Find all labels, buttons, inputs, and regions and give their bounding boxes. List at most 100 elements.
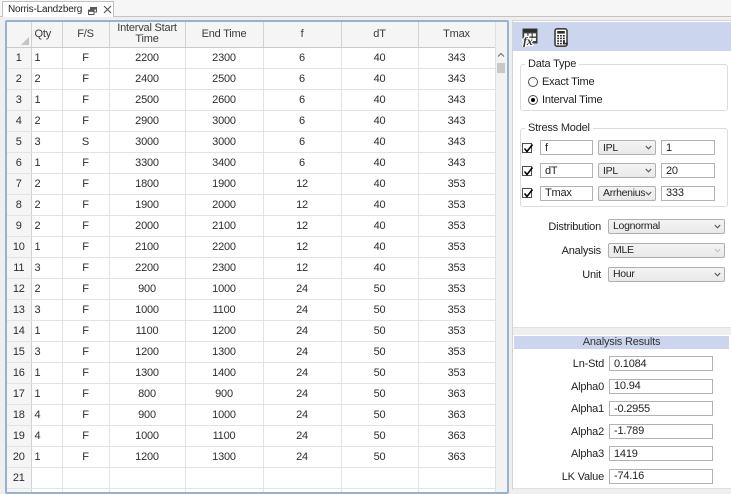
- end-time-cell[interactable]: 1100: [185, 299, 264, 321]
- vertical-scrollbar[interactable]: [495, 22, 507, 492]
- fs-cell[interactable]: F: [62, 173, 110, 195]
- qty-cell[interactable]: 1: [31, 362, 63, 384]
- f-cell[interactable]: 24: [263, 320, 342, 342]
- dt-cell[interactable]: 50: [341, 320, 419, 342]
- stress-name-input[interactable]: Tmax: [540, 185, 593, 201]
- interval-start-cell[interactable]: 1000: [109, 425, 186, 447]
- setting-select[interactable]: Lognormal: [608, 218, 725, 234]
- setting-select[interactable]: Hour: [608, 266, 725, 282]
- interval-start-cell[interactable]: 2200: [109, 257, 186, 279]
- qty-cell[interactable]: [31, 488, 63, 492]
- end-time-cell[interactable]: 2300: [185, 47, 264, 69]
- fs-cell[interactable]: F: [62, 152, 110, 174]
- stress-model-select[interactable]: IPL: [598, 163, 656, 178]
- end-time-cell[interactable]: 1300: [185, 341, 264, 363]
- qty-cell[interactable]: 2: [31, 110, 63, 132]
- tmax-cell[interactable]: 343: [418, 152, 496, 174]
- radio-interval-time[interactable]: Interval Time: [528, 94, 603, 106]
- interval-start-cell[interactable]: 3300: [109, 152, 186, 174]
- dt-cell[interactable]: 40: [341, 89, 419, 111]
- qty-cell[interactable]: 1: [31, 89, 63, 111]
- qty-cell[interactable]: 3: [31, 341, 63, 363]
- f-cell[interactable]: [263, 488, 342, 492]
- qty-cell[interactable]: 3: [31, 131, 63, 153]
- column-header-interval-start[interactable]: Interval Start Time: [109, 22, 186, 48]
- column-header-dt[interactable]: dT: [341, 22, 419, 48]
- end-time-cell[interactable]: 3400: [185, 152, 264, 174]
- fs-cell[interactable]: [62, 467, 110, 489]
- tmax-cell[interactable]: 353: [418, 215, 496, 237]
- stress-value-input[interactable]: 1: [661, 140, 715, 155]
- tmax-cell[interactable]: 363: [418, 425, 496, 447]
- fs-cell[interactable]: F: [62, 383, 110, 405]
- fs-cell[interactable]: F: [62, 341, 110, 363]
- row-number-cell[interactable]: 6: [7, 152, 32, 174]
- end-time-cell[interactable]: 1300: [185, 446, 264, 468]
- stress-model-select[interactable]: IPL: [598, 140, 656, 155]
- interval-start-cell[interactable]: 900: [109, 278, 186, 300]
- row-number-cell[interactable]: 16: [7, 362, 32, 384]
- calculator-icon[interactable]: [554, 28, 568, 50]
- fs-cell[interactable]: [62, 488, 110, 492]
- tmax-cell[interactable]: 363: [418, 404, 496, 426]
- end-time-cell[interactable]: 2600: [185, 89, 264, 111]
- dt-cell[interactable]: 40: [341, 173, 419, 195]
- f-cell[interactable]: 12: [263, 173, 342, 195]
- tmax-cell[interactable]: 343: [418, 68, 496, 90]
- fs-cell[interactable]: F: [62, 446, 110, 468]
- end-time-cell[interactable]: [185, 488, 264, 492]
- tmax-cell[interactable]: 353: [418, 320, 496, 342]
- row-number-cell[interactable]: 4: [7, 110, 32, 132]
- interval-start-cell[interactable]: 2000: [109, 215, 186, 237]
- end-time-cell[interactable]: 1100: [185, 425, 264, 447]
- stress-value-input[interactable]: 20: [661, 163, 715, 178]
- f-cell[interactable]: 12: [263, 194, 342, 216]
- end-time-cell[interactable]: 2200: [185, 236, 264, 258]
- setting-select[interactable]: MLE: [608, 242, 725, 258]
- end-time-cell[interactable]: 900: [185, 383, 264, 405]
- tmax-cell[interactable]: 353: [418, 194, 496, 216]
- column-header-qty[interactable]: Qty: [31, 22, 63, 48]
- interval-start-cell[interactable]: 1200: [109, 341, 186, 363]
- dt-cell[interactable]: 50: [341, 446, 419, 468]
- fs-cell[interactable]: F: [62, 362, 110, 384]
- fs-cell[interactable]: F: [62, 68, 110, 90]
- dt-cell[interactable]: 50: [341, 299, 419, 321]
- row-number-cell[interactable]: 19: [7, 425, 32, 447]
- result-value-field[interactable]: -1.789: [609, 423, 713, 439]
- row-number-cell[interactable]: 21: [7, 467, 32, 489]
- tmax-cell[interactable]: [418, 488, 496, 492]
- tmax-cell[interactable]: 343: [418, 47, 496, 69]
- fs-cell[interactable]: F: [62, 110, 110, 132]
- qty-cell[interactable]: 4: [31, 404, 63, 426]
- tmax-cell[interactable]: 343: [418, 110, 496, 132]
- fs-cell[interactable]: F: [62, 299, 110, 321]
- row-number-cell[interactable]: 7: [7, 173, 32, 195]
- tmax-cell[interactable]: 353: [418, 341, 496, 363]
- f-cell[interactable]: 24: [263, 383, 342, 405]
- column-header-tmax[interactable]: Tmax: [418, 22, 496, 48]
- fs-cell[interactable]: F: [62, 425, 110, 447]
- interval-start-cell[interactable]: 2100: [109, 236, 186, 258]
- f-cell[interactable]: 6: [263, 89, 342, 111]
- qty-cell[interactable]: 2: [31, 215, 63, 237]
- fs-cell[interactable]: F: [62, 257, 110, 279]
- f-cell[interactable]: 12: [263, 215, 342, 237]
- dt-cell[interactable]: 50: [341, 383, 419, 405]
- fs-cell[interactable]: F: [62, 236, 110, 258]
- row-number-cell[interactable]: 3: [7, 89, 32, 111]
- tmax-cell[interactable]: 353: [418, 257, 496, 279]
- f-cell[interactable]: 6: [263, 131, 342, 153]
- qty-cell[interactable]: 1: [31, 320, 63, 342]
- interval-start-cell[interactable]: [109, 467, 186, 489]
- fs-cell[interactable]: S: [62, 131, 110, 153]
- checkbox-checked-icon[interactable]: [522, 142, 534, 153]
- f-cell[interactable]: 6: [263, 68, 342, 90]
- select-all-corner-cell[interactable]: [7, 22, 32, 48]
- dt-cell[interactable]: 40: [341, 215, 419, 237]
- end-time-cell[interactable]: 1000: [185, 404, 264, 426]
- dt-cell[interactable]: 40: [341, 131, 419, 153]
- row-number-cell[interactable]: [7, 488, 32, 492]
- close-tab-icon[interactable]: [103, 5, 112, 14]
- fs-cell[interactable]: F: [62, 278, 110, 300]
